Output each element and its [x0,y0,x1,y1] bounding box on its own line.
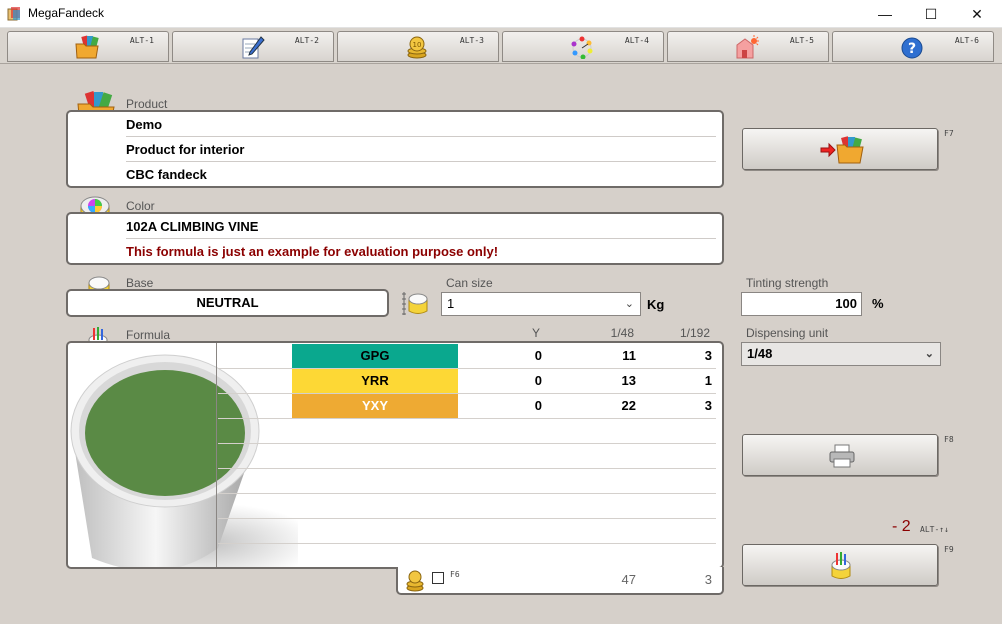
formula-divider [216,343,217,567]
color-note: This formula is just an example for eval… [126,244,499,259]
house-sun-icon [736,35,759,59]
product-description: Product for interior [126,138,716,162]
app-icon [7,7,20,21]
can-size-label: Can size [446,276,493,290]
dispense-key: F9 [944,545,954,554]
product-label: Product [126,97,168,111]
paint-can-image [70,354,298,567]
printer-icon [829,444,855,468]
color-panel: 102A CLIMBING VINE This formula is just … [66,212,724,265]
grid-line [218,418,716,419]
can-size-value: 1 [447,296,455,311]
formula-header-192: 1/192 [679,326,710,340]
color-wheel-icon [571,36,593,59]
total-48-value: 47 [621,572,636,587]
can-size-select[interactable]: 1 ⌄ [441,292,641,316]
yxy-48-value: 22 [621,398,636,413]
gpg-y-value: 0 [534,348,542,363]
dispensing-unit-label: Dispensing unit [746,326,829,340]
yrr-192-value: 1 [704,373,712,388]
tab-cost[interactable]: 10 ALT-3 [337,31,499,62]
color-label: Color [126,199,155,213]
svg-text:?: ? [908,41,916,57]
grid-line [218,468,716,469]
print-key: F8 [944,435,954,444]
base-field: NEUTRAL [66,289,389,317]
folder-cards-icon [75,35,99,59]
tinting-strength-input[interactable]: 100 [741,292,862,316]
formula-label: Formula [126,328,171,342]
open-product-button[interactable] [742,128,938,170]
tab-product[interactable]: ALT-1 [7,31,169,62]
open-product-key: F7 [944,129,954,138]
dispensing-unit-select[interactable]: 1/48 ⌄ [741,342,941,366]
grid-line [218,443,716,444]
tinting-strength-unit: % [872,296,884,311]
tab-colors[interactable]: ALT-4 [502,31,664,62]
dispense-colorants-icon [831,552,851,579]
quantity-counter[interactable]: - 2 [892,518,911,536]
maximize-button[interactable]: ☐ [908,0,954,28]
product-fandeck: CBC fandeck [126,167,207,182]
colorant-yrr[interactable]: YRR [292,369,458,393]
chevron-down-icon: ⌄ [624,298,634,310]
cost-checkbox[interactable] [432,572,444,584]
cost-checkbox-key: F6 [450,570,460,579]
yrr-y-value: 0 [534,373,542,388]
tinting-strength-label: Tinting strength [746,276,829,290]
formula-header-48: 1/48 [610,326,634,340]
tab-help[interactable]: ? ALT-6 [832,31,994,62]
tab-strip: ALT-1 ALT-2 10 ALT-3 ALT-4 ALT-5 ? ALT-6 [0,28,1002,64]
grid-line [218,493,716,494]
product-panel: Demo Product for interior CBC fandeck [66,110,724,188]
quantity-counter-key: ALT-↑↓ [920,525,949,534]
tab-key-label: ALT-3 [459,36,484,45]
title-bar: MegaFandeck — ☐ ✕ [0,0,1002,28]
gpg-192-value: 3 [704,348,712,363]
can-size-unit: Kg [647,297,665,312]
chevron-down-icon: ⌄ [924,348,934,360]
window-title: MegaFandeck [28,6,105,20]
can-size-icon [402,292,428,315]
tab-key-label: ALT-1 [129,36,154,45]
formula-footer: F6 47 3 [396,567,724,595]
tab-key-label: ALT-5 [789,36,814,45]
dispensing-unit-value: 1/48 [747,346,773,361]
grid-line [218,518,716,519]
close-button[interactable]: ✕ [954,0,1000,28]
open-folder-icon [820,136,864,164]
coins-icon: 10 [407,36,427,59]
dispense-button[interactable] [742,544,938,586]
tab-design[interactable]: ALT-5 [667,31,829,62]
svg-text:10: 10 [413,41,422,49]
yxy-192-value: 3 [704,398,712,413]
coins-icon [406,570,424,592]
product-name: Demo [126,113,716,137]
help-icon: ? [901,37,923,59]
yxy-y-value: 0 [534,398,542,413]
tab-key-label: ALT-4 [624,36,649,45]
tab-key-label: ALT-2 [294,36,319,45]
gpg-48-value: 11 [622,348,636,363]
tab-edit[interactable]: ALT-2 [172,31,334,62]
yrr-48-value: 13 [621,373,636,388]
base-label: Base [126,276,154,290]
minimize-button[interactable]: — [862,0,908,28]
formula-header-y: Y [531,326,540,340]
formula-panel: GPG 0 11 3 YRR 0 13 1 YXY 0 22 3 [66,341,724,569]
print-button[interactable] [742,434,938,476]
tab-key-label: ALT-6 [954,36,979,45]
total-192-value: 3 [704,572,712,587]
color-name: 102A CLIMBING VINE [126,215,716,239]
grid-line [218,543,716,544]
colorant-gpg[interactable]: GPG [292,344,458,368]
colorant-yxy[interactable]: YXY [292,394,458,418]
pen-paper-icon [242,36,265,59]
